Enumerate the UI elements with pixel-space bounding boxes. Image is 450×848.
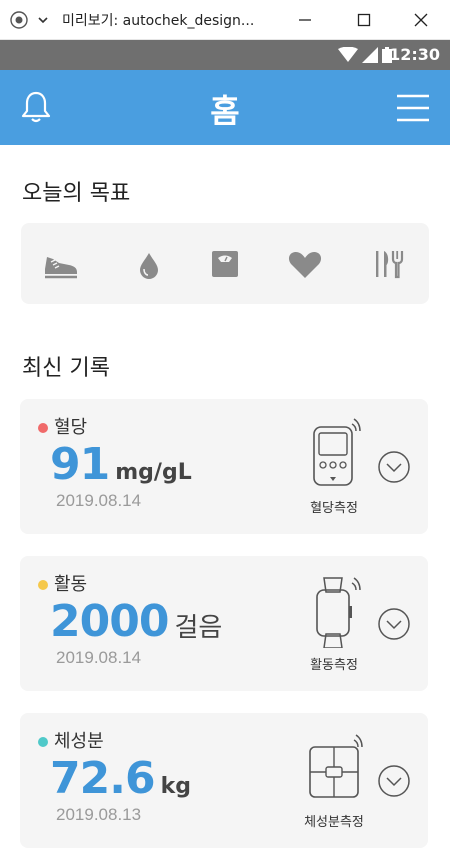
record-value: 2000 걸음 — [50, 596, 222, 647]
record-unit: 걸음 — [174, 613, 223, 643]
status-dot — [38, 580, 48, 590]
close-icon[interactable] — [412, 11, 430, 29]
record-date: 2019.08.13 — [56, 805, 142, 824]
expand-circle-icon[interactable] — [378, 765, 410, 797]
record-label: 혈당 — [54, 417, 88, 438]
signal-icon — [362, 47, 378, 63]
maximize-icon[interactable] — [355, 11, 373, 29]
record-value: 72.6 kg — [50, 753, 191, 804]
glucose-meter-icon[interactable] — [300, 411, 370, 491]
records-section-title: 최신 기록 — [22, 356, 110, 381]
status-dot — [38, 737, 48, 747]
shoe-icon[interactable] — [43, 247, 79, 281]
record-number: 2000 — [50, 596, 169, 647]
record-card-blood-sugar[interactable]: 혈당 91 mg/gL 2019.08.14 혈당측정 — [20, 399, 428, 534]
device-label: 체성분측정 — [304, 815, 364, 830]
expand-circle-icon[interactable] — [378, 608, 410, 640]
status-time: 12:30 — [389, 45, 440, 64]
record-value: 91 mg/gL — [50, 439, 192, 490]
record-card-body-composition[interactable]: 체성분 72.6 kg 2019.08.13 체성분측정 — [20, 713, 428, 848]
expand-circle-icon[interactable] — [378, 451, 410, 483]
record-number: 72.6 — [50, 753, 156, 804]
record-date: 2019.08.14 — [56, 648, 142, 667]
record-unit: kg — [160, 774, 191, 799]
window-title-bar: 미리보기: autochek_design... — [0, 0, 450, 40]
body-scale-icon[interactable] — [300, 725, 370, 805]
record-label: 활동 — [54, 574, 88, 595]
fork-knife-icon[interactable] — [371, 247, 407, 281]
record-date: 2019.08.14 — [56, 491, 142, 510]
record-number: 91 — [50, 439, 110, 490]
device-label: 활동측정 — [310, 658, 358, 673]
record-unit: mg/gL — [115, 460, 192, 485]
smartwatch-icon[interactable] — [300, 568, 370, 648]
menu-icon[interactable] — [396, 92, 430, 124]
wifi-icon — [338, 47, 358, 62]
heart-icon[interactable] — [287, 247, 323, 281]
scale-icon[interactable] — [207, 247, 243, 281]
minimize-icon[interactable] — [296, 11, 314, 29]
status-bar: 12:30 — [0, 40, 450, 70]
record-card-activity[interactable]: 활동 2000 걸음 2019.08.14 활동측정 — [20, 556, 428, 691]
status-dot — [38, 423, 48, 433]
drop-icon[interactable] — [131, 247, 167, 281]
goals-bar — [21, 223, 429, 304]
chevron-down-icon[interactable] — [36, 13, 50, 27]
record-label: 체성분 — [54, 731, 104, 752]
window-title: 미리보기: autochek_design... — [62, 12, 255, 29]
page-title: 홈 — [210, 92, 240, 130]
device-label: 혈당측정 — [310, 501, 358, 516]
record-icon[interactable] — [10, 10, 28, 29]
app-header: 홈 — [0, 70, 450, 145]
goals-section-title: 오늘의 목표 — [22, 181, 131, 206]
